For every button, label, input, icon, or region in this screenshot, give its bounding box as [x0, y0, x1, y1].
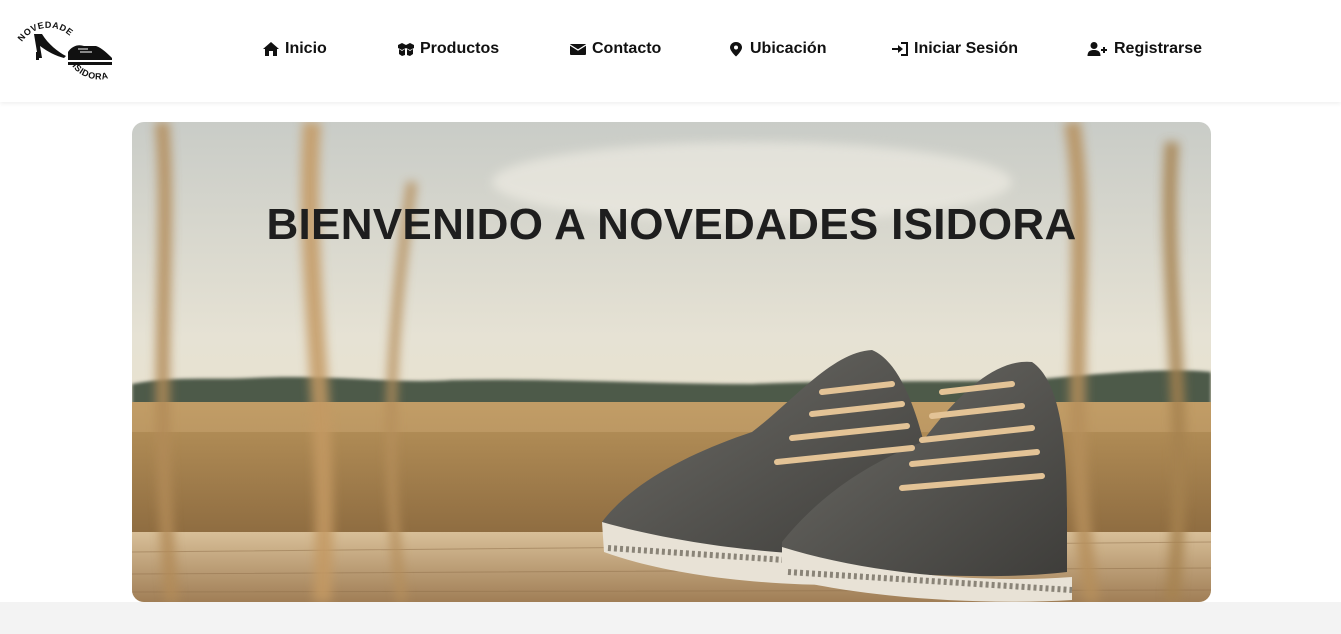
user-plus-icon — [1087, 41, 1109, 57]
nav-item-label: Contacto — [592, 40, 662, 57]
nav-item-label: Productos — [420, 40, 500, 57]
boxes-icon — [397, 41, 415, 57]
nav-item-inicio[interactable]: Inicio — [262, 38, 327, 60]
hero-image — [132, 122, 1211, 602]
main-content: BIENVENIDO A NOVEDADES ISIDORA — [0, 102, 1341, 602]
top-navbar: NOVEDADES ISIDORA In — [0, 0, 1341, 102]
nav-item-label: Registrarse — [1114, 40, 1203, 57]
hero-title: BIENVENIDO A NOVEDADES ISIDORA — [266, 200, 1077, 249]
nav-item-registrarse[interactable]: Registrarse — [1087, 38, 1202, 60]
nav-item-label: Iniciar Sesión — [914, 40, 1019, 57]
nav-item-label: Inicio — [285, 40, 327, 57]
nav-item-iniciar-sesion[interactable]: Iniciar Sesión — [891, 38, 1018, 60]
sign-in-icon — [891, 41, 909, 57]
nav-item-productos[interactable]: Productos — [397, 38, 499, 60]
page-footer-strip — [0, 602, 1341, 634]
home-icon — [262, 41, 280, 57]
hero-banner: BIENVENIDO A NOVEDADES ISIDORA — [132, 122, 1211, 602]
map-marker-icon — [727, 41, 745, 57]
nav-menu: Inicio Productos Contacto Ubicación Inic… — [0, 0, 1341, 98]
nav-item-label: Ubicación — [750, 40, 827, 57]
envelope-icon — [569, 41, 587, 57]
nav-item-ubicacion[interactable]: Ubicación — [727, 38, 826, 60]
nav-item-contacto[interactable]: Contacto — [569, 38, 661, 60]
